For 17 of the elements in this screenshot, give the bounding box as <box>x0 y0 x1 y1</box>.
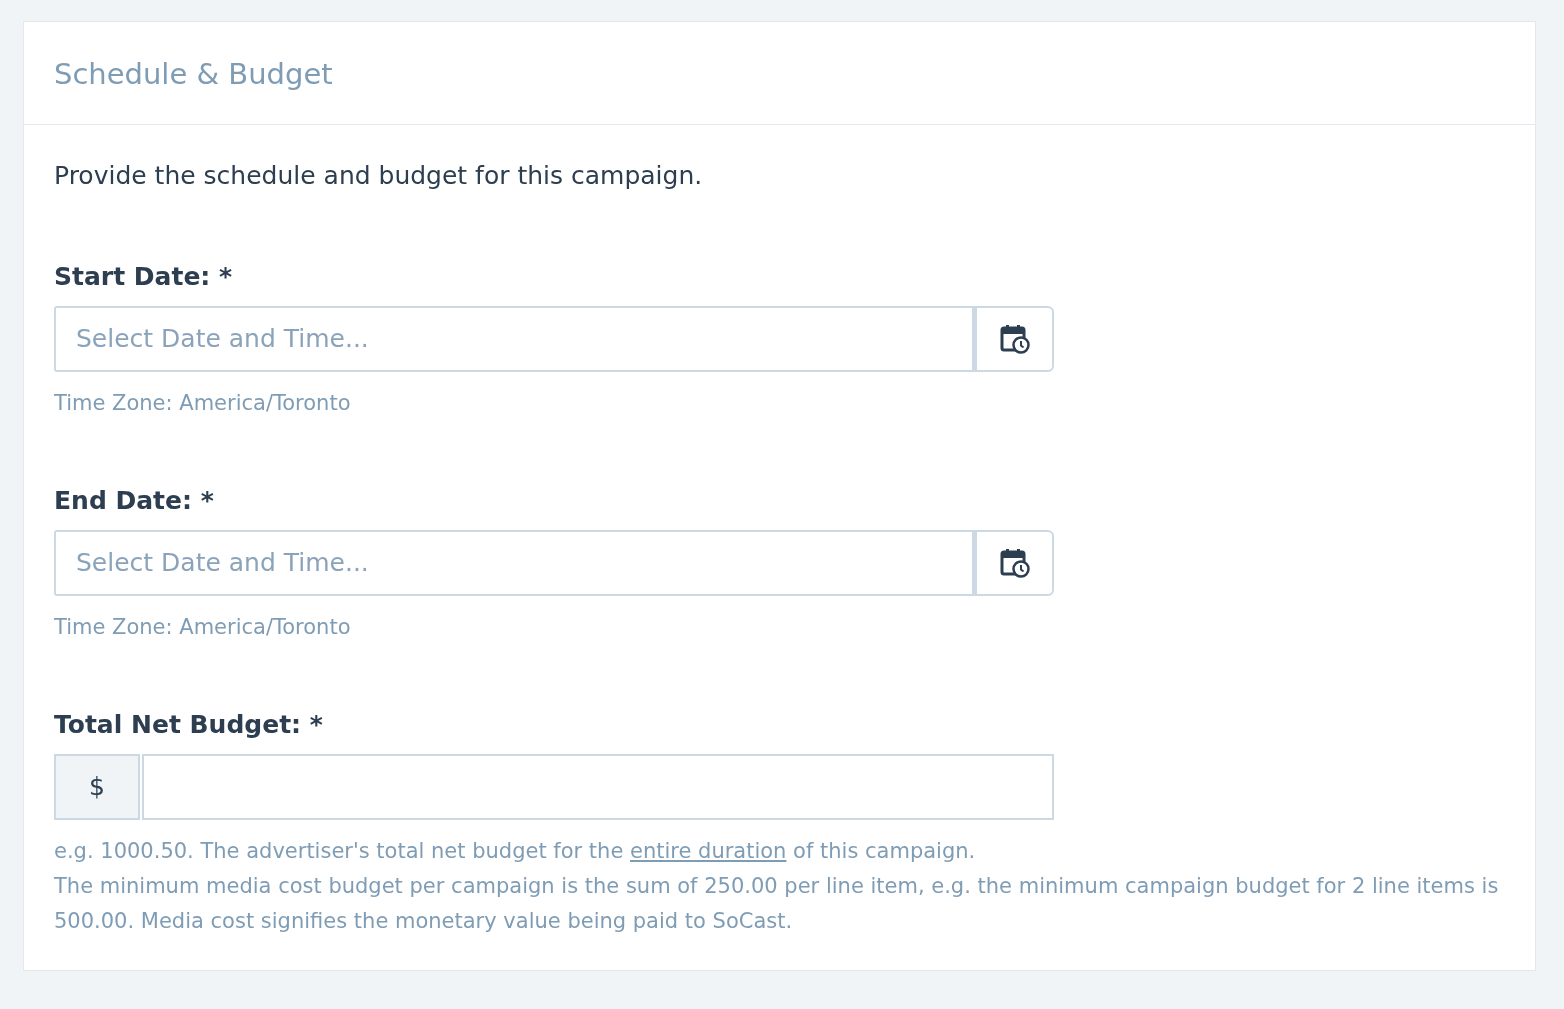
intro-text: Provide the schedule and budget for this campaign. <box>54 159 704 192</box>
budget-hint: e.g. 1000.50. The advertiser's total net budget for the entire duration of this campaign. <box>54 837 977 865</box>
field-label: End Date: * <box>54 485 215 518</box>
currency-prefix: $ <box>54 753 140 820</box>
card-title: Schedule & Budget <box>54 56 334 93</box>
calendar-button[interactable] <box>974 305 1054 372</box>
calendar-clock-icon <box>999 323 1030 354</box>
field-label: Start Date: * <box>54 261 234 294</box>
calendar-button[interactable] <box>974 529 1054 596</box>
budget-field[interactable] <box>142 753 1054 820</box>
time-zone-hint: Time Zone: America/Toronto <box>54 389 352 417</box>
calendar-clock-icon <box>999 547 1030 578</box>
budget-note: The minimum media cost budget per campaign is the sum of 250.00 per line item, e.g. the minimum campaign budget for 2 line items is 500.00. Media cost signifies the monetary value being paid to SoCast. <box>54 872 1500 936</box>
field-label: Total Net Budget: * <box>54 709 324 742</box>
date-field[interactable]: Select Date and Time... <box>54 529 974 596</box>
time-zone-hint: Time Zone: America/Toronto <box>54 613 352 641</box>
date-field[interactable]: Select Date and Time... <box>54 305 974 372</box>
